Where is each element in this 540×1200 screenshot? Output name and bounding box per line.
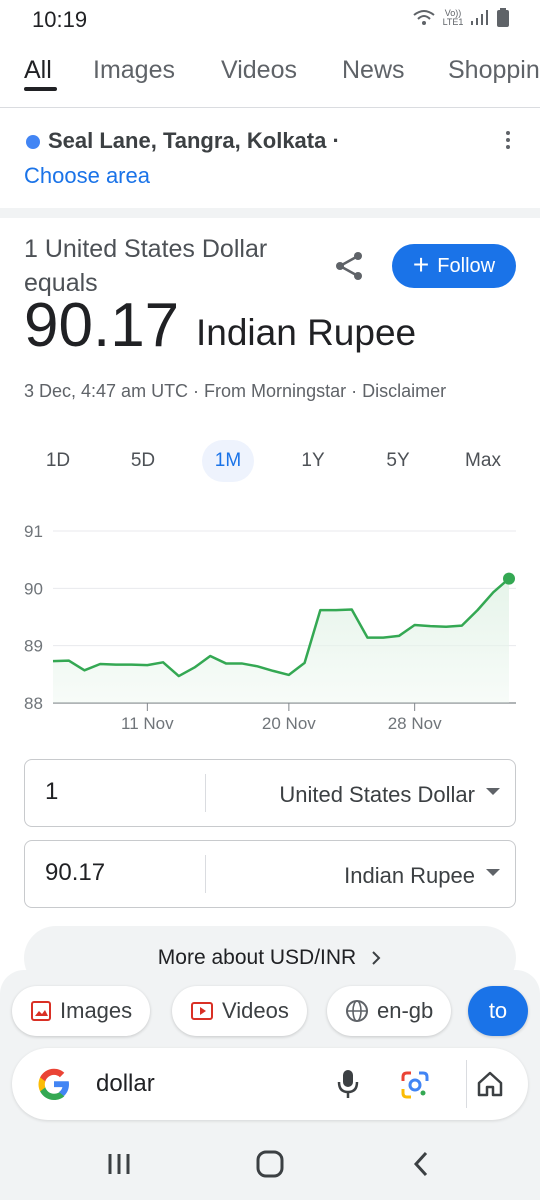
location-dot-icon	[26, 135, 40, 149]
chart-area-fill	[53, 578, 509, 703]
converter-divider	[205, 855, 206, 893]
status-icons: Vo)) LTE1	[412, 8, 510, 28]
active-tab-indicator	[24, 87, 57, 91]
rate-meta: 3 Dec, 4:47 am UTC · From Morningstar · …	[24, 381, 447, 401]
x-tick-label: 20 Nov	[262, 714, 316, 733]
search-divider	[466, 1060, 467, 1108]
follow-button[interactable]: + Follow	[392, 244, 516, 288]
more-options-icon[interactable]	[498, 128, 518, 154]
x-tick-label: 28 Nov	[388, 714, 442, 733]
section-divider	[0, 208, 540, 218]
microphone-icon[interactable]	[336, 1068, 360, 1100]
status-bar: 10:19 Vo)) LTE1	[0, 0, 540, 40]
range-1m[interactable]: 1M	[202, 440, 254, 482]
x-tick-label: 11 Nov	[121, 714, 174, 733]
chip-label: Videos	[222, 998, 289, 1023]
home-circle-icon	[256, 1150, 284, 1178]
chip-images[interactable]: Images	[12, 986, 151, 1036]
clock: 10:19	[32, 7, 88, 32]
y-tick-label: 88	[24, 694, 43, 713]
chip-label: Images	[60, 998, 133, 1023]
to-amount-input[interactable]: 90.17	[45, 859, 105, 887]
chip-label: to	[488, 998, 508, 1023]
exchange-rate-currency: Indian Rupee	[196, 312, 417, 353]
exchange-rate-chart[interactable]: 91 90 89 88 11 Nov 20 Nov 28 Nov	[0, 510, 540, 740]
tab-all[interactable]: All	[24, 56, 52, 85]
recent-apps-button[interactable]	[89, 1140, 149, 1188]
range-5y[interactable]: 5Y	[372, 440, 424, 482]
battery-icon	[497, 8, 509, 27]
from-currency-select[interactable]: United States Dollar	[279, 782, 475, 808]
google-logo-icon	[38, 1068, 69, 1100]
follow-label: Follow	[437, 254, 496, 277]
tab-shopping[interactable]: Shopping	[448, 56, 540, 85]
tab-news[interactable]: News	[342, 56, 405, 85]
choose-area-link[interactable]: Choose area	[24, 163, 150, 189]
location-text: Seal Lane, Tangra, Kolkata ·	[48, 128, 340, 153]
search-bar[interactable]: dollar	[12, 1048, 528, 1120]
signal-icon	[471, 10, 488, 25]
converter-to: 90.17 Indian Rupee	[24, 840, 516, 908]
search-query[interactable]: dollar	[96, 1070, 155, 1098]
range-1y[interactable]: 1Y	[287, 440, 339, 482]
y-tick-label: 91	[24, 522, 43, 541]
video-icon	[191, 1002, 213, 1020]
globe-icon	[346, 1000, 368, 1022]
search-tabs: All Images Videos News Shopping	[0, 44, 540, 108]
chip-language[interactable]: en-gb	[327, 986, 452, 1036]
back-button[interactable]	[391, 1140, 451, 1188]
home-icon[interactable]	[476, 1070, 504, 1098]
network-label: Vo)) LTE1	[442, 8, 464, 27]
tab-images[interactable]: Images	[93, 56, 175, 85]
converter-from: 1 United States Dollar	[24, 759, 516, 827]
home-button[interactable]	[240, 1140, 300, 1188]
from-amount-input[interactable]: 1	[45, 778, 58, 806]
chevron-down-icon[interactable]	[486, 788, 500, 795]
chip-label: en-gb	[377, 998, 434, 1023]
chip-to[interactable]: to	[468, 986, 528, 1036]
recent-apps-icon	[108, 1154, 130, 1174]
y-tick-label: 89	[24, 637, 43, 656]
wifi-icon	[413, 10, 435, 25]
chevron-right-icon	[372, 951, 381, 965]
tab-videos[interactable]: Videos	[221, 56, 297, 85]
range-max[interactable]: Max	[457, 440, 509, 482]
converter-divider	[205, 774, 206, 812]
to-currency-select[interactable]: Indian Rupee	[344, 863, 475, 889]
range-5d[interactable]: 5D	[117, 440, 169, 482]
y-tick-label: 90	[24, 579, 43, 598]
chart-endpoint	[503, 572, 515, 585]
exchange-rate-value: 90.17	[24, 291, 180, 360]
chevron-down-icon[interactable]	[486, 869, 500, 876]
more-about-label: More about USD/INR	[157, 946, 357, 969]
google-lens-icon[interactable]	[400, 1070, 430, 1100]
back-icon	[413, 1151, 428, 1177]
plus-icon: +	[412, 248, 430, 280]
share-icon[interactable]	[334, 250, 366, 282]
chip-videos[interactable]: Videos	[172, 986, 307, 1036]
image-icon	[31, 1001, 51, 1021]
range-1d[interactable]: 1D	[32, 440, 84, 482]
